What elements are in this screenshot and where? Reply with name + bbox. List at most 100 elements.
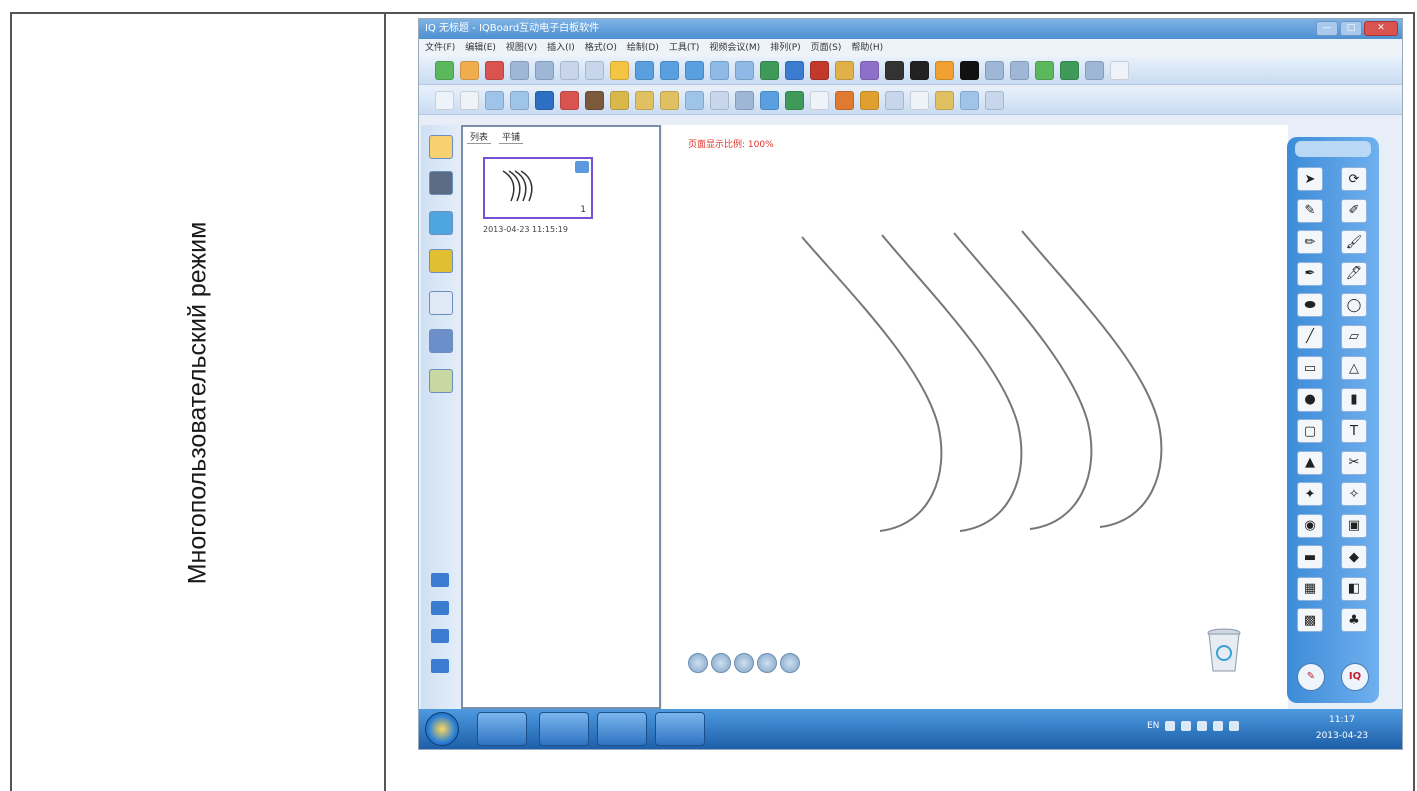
properties-icon[interactable] <box>429 291 453 315</box>
record-tool-icon[interactable]: ▣ <box>1341 513 1367 538</box>
volume-tray-icon[interactable] <box>1213 721 1224 731</box>
lasso-tool-icon[interactable]: ◯ <box>1341 293 1367 317</box>
page-browser-icon[interactable] <box>429 135 453 159</box>
cut-icon[interactable] <box>585 61 604 80</box>
pan-icon[interactable] <box>710 61 729 80</box>
print-tool-icon[interactable]: ◧ <box>1341 576 1367 601</box>
menu-arrange[interactable]: 排列(P) <box>770 39 800 57</box>
iq-logo-button[interactable]: IQ <box>1341 663 1369 691</box>
flag-tray-icon[interactable] <box>1197 721 1208 731</box>
tab-list[interactable]: 列表 <box>467 130 492 144</box>
export-icon[interactable] <box>535 61 554 80</box>
print-icon[interactable] <box>510 61 529 80</box>
texture-pen-icon[interactable] <box>660 91 679 110</box>
triangle-icon[interactable] <box>810 91 829 110</box>
menu-draw[interactable]: 绘制(D) <box>627 39 659 57</box>
clock[interactable]: 11:17 2013-04-23 <box>1297 712 1387 744</box>
cut-tool-icon[interactable]: ✂ <box>1341 450 1367 475</box>
marker-red-icon[interactable] <box>560 91 579 110</box>
select-arrow-icon[interactable] <box>435 91 454 110</box>
annotation-icon[interactable] <box>960 91 979 110</box>
maximize-button[interactable]: □ <box>1340 21 1362 36</box>
fill-tool-icon[interactable]: ▱ <box>1341 324 1367 349</box>
attachments-icon[interactable] <box>429 329 453 353</box>
last-page-icon[interactable] <box>757 653 777 673</box>
whiteboard-task-icon[interactable] <box>655 712 705 746</box>
new-page-icon[interactable] <box>435 61 454 80</box>
spotlight-icon[interactable] <box>785 61 804 80</box>
menu-view[interactable]: 视图(V) <box>506 39 537 57</box>
camera-tool-icon[interactable]: ◉ <box>1297 513 1323 538</box>
first-page-icon[interactable] <box>688 653 708 673</box>
magnifier-icon[interactable] <box>860 61 879 80</box>
annotate-button[interactable]: ✎ <box>1297 663 1325 691</box>
resource-tool-icon[interactable]: ▩ <box>1297 608 1323 632</box>
3d-shape-icon[interactable] <box>835 91 854 110</box>
start-button[interactable] <box>425 712 459 746</box>
screen-tool-icon[interactable]: ▬ <box>1297 545 1323 569</box>
3d-tool-icon[interactable]: ● <box>1297 387 1323 412</box>
network-tray-icon[interactable] <box>1181 721 1192 731</box>
fill-icon[interactable] <box>760 91 779 110</box>
chart-tool-icon[interactable]: ▮ <box>1341 387 1367 412</box>
zoom-in-icon[interactable] <box>635 61 654 80</box>
explorer-task-icon[interactable] <box>477 712 527 746</box>
brush-icon[interactable] <box>510 91 529 110</box>
tab-tile[interactable]: 平铺 <box>499 130 524 144</box>
minimize-button[interactable]: — <box>1316 21 1338 36</box>
resource-library-icon[interactable] <box>429 211 453 235</box>
video-icon[interactable] <box>910 61 929 80</box>
pen-tool-icon[interactable]: ✎ <box>1297 198 1323 223</box>
language-indicator[interactable]: EN <box>1147 721 1159 731</box>
shape-icon[interactable] <box>785 91 804 110</box>
palette-header[interactable] <box>1295 141 1371 157</box>
recycle-bin-icon[interactable] <box>1206 627 1242 675</box>
save-icon[interactable] <box>485 61 504 80</box>
highlighter-icon[interactable] <box>610 91 629 110</box>
back-tool-icon[interactable]: ◆ <box>1341 545 1367 569</box>
window-icon[interactable] <box>1085 61 1104 80</box>
magic-tool-icon[interactable]: ✦ <box>1297 482 1323 506</box>
recorder-icon[interactable] <box>835 61 854 80</box>
marker-tool-icon[interactable]: ✏ <box>1297 230 1323 254</box>
menu-format[interactable]: 格式(O) <box>585 39 617 57</box>
paintbrush-tool-icon[interactable]: 🖌 <box>1341 230 1367 254</box>
text-icon[interactable] <box>910 91 929 110</box>
screen-icon[interactable] <box>960 61 979 80</box>
add-page-icon[interactable] <box>780 653 800 673</box>
menu-help[interactable]: 帮助(H) <box>851 39 883 57</box>
highlighter-tool-icon[interactable]: 🖊 <box>1341 261 1367 286</box>
eraser-tool-icon[interactable]: ⬬ <box>1297 293 1323 317</box>
table-tool-icon[interactable]: ▢ <box>1297 419 1323 443</box>
hand-tool-icon[interactable]: ✧ <box>1341 482 1367 506</box>
marker-blue-icon[interactable] <box>535 91 554 110</box>
soft-pen-icon[interactable] <box>635 91 654 110</box>
resource-icon[interactable] <box>1035 61 1054 80</box>
back-icon[interactable] <box>935 61 954 80</box>
brush-tool-icon[interactable]: ✐ <box>1341 198 1367 223</box>
menu-insert[interactable]: 插入(I) <box>547 39 575 57</box>
eraser-icon[interactable] <box>710 91 729 110</box>
keyboard-tool-icon[interactable]: ▦ <box>1297 576 1323 601</box>
notebook-icon[interactable] <box>429 369 453 393</box>
zoom-out-icon[interactable] <box>660 61 679 80</box>
sync-tray-icon[interactable] <box>1229 721 1240 731</box>
gallery-icon[interactable] <box>429 171 453 195</box>
help-tray-icon[interactable] <box>1165 721 1176 731</box>
menu-edit[interactable]: 编辑(E) <box>465 39 496 57</box>
settings-icon[interactable] <box>1060 61 1079 80</box>
chart-view-icon[interactable] <box>431 659 449 673</box>
fullscreen-icon[interactable] <box>735 61 754 80</box>
users-icon[interactable] <box>431 601 449 615</box>
text-tool-icon[interactable]: T <box>1341 419 1367 443</box>
close-button[interactable]: ✕ <box>1364 21 1398 36</box>
prev-page-icon[interactable] <box>711 653 731 673</box>
insert-image-icon[interactable] <box>935 91 954 110</box>
exit-icon[interactable] <box>1110 61 1129 80</box>
fit-screen-icon[interactable] <box>431 573 449 587</box>
iqboard-task-icon[interactable] <box>539 712 589 746</box>
pen-icon[interactable] <box>485 91 504 110</box>
pencil-tool-icon[interactable]: ✒ <box>1297 261 1323 286</box>
keyboard-icon[interactable] <box>985 61 1004 80</box>
image-tool-icon[interactable]: ▲ <box>1297 450 1323 475</box>
